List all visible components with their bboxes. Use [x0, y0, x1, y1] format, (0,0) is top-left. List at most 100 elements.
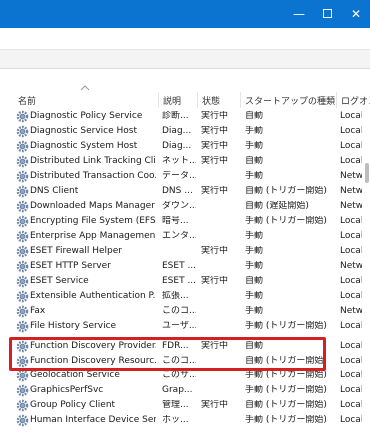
service-gear-icon	[16, 384, 29, 397]
service-startup-type: 手動	[245, 291, 264, 301]
service-description: エンタ...	[162, 231, 196, 241]
service-status: 実行中	[201, 246, 229, 256]
service-row[interactable]: Extensible Authentication P... 拡張... 手動 …	[0, 289, 370, 304]
service-gear-icon	[16, 320, 29, 333]
service-description: このコ...	[162, 306, 196, 316]
service-gear-icon	[16, 230, 29, 243]
service-gear-icon	[16, 170, 29, 183]
service-startup-type: 手動	[245, 306, 264, 316]
service-description: データ...	[162, 171, 196, 181]
service-gear-icon	[16, 290, 29, 303]
service-status: 実行中	[201, 276, 229, 286]
service-row[interactable]: Diagnostic System Host Diag... 実行中 手動 Lo…	[0, 139, 370, 154]
service-gear-icon	[16, 125, 29, 138]
service-startup-type: 手動 (トリガー開始)	[245, 216, 327, 226]
service-row[interactable]: ESET Service ESET ... 実行中 自動 Local	[0, 274, 370, 289]
service-gear-icon	[16, 155, 29, 168]
service-row[interactable]: ESET Firewall Helper 実行中 手動 Local	[0, 244, 370, 259]
service-row[interactable]: File History Service ユーザ... 手動 (トリガー開始) …	[0, 319, 370, 334]
service-startup-type: 手動 (トリガー開始)	[245, 321, 327, 331]
service-startup-type: 自動 (トリガー開始)	[245, 186, 327, 196]
service-startup-type: 手動 (トリガー開始)	[245, 370, 327, 380]
service-startup-type: 手動	[245, 171, 264, 181]
service-row[interactable]: Distributed Link Tracking Cli... ネット... …	[0, 154, 370, 169]
service-name: Geolocation Service	[30, 370, 120, 380]
service-status: 実行中	[201, 400, 229, 410]
service-startup-type: 手動	[245, 261, 264, 271]
column-header-status[interactable]: 状態	[202, 94, 220, 107]
service-startup-type: 手動	[245, 126, 264, 136]
toolbar	[0, 49, 370, 69]
service-description: ネット...	[162, 156, 196, 166]
service-name: Human Interface Device Ser...	[30, 415, 156, 425]
service-name: Extensible Authentication P...	[30, 291, 156, 301]
service-name: Distributed Link Tracking Cli...	[30, 156, 156, 166]
service-row[interactable]: Diagnostic Policy Service 診断... 実行中 自動 L…	[0, 109, 370, 124]
service-row[interactable]: Enterprise App Managemen... エンタ... 手動 Lo…	[0, 229, 370, 244]
service-startup-type: 手動	[245, 141, 264, 151]
column-header-row: 名前 説明 状態 スタートアップの種類 ログオン	[0, 91, 370, 109]
column-divider[interactable]	[240, 92, 241, 108]
service-name: Group Policy Client	[30, 400, 116, 410]
service-description: 診断...	[162, 111, 189, 121]
service-name: Diagnostic Service Host	[30, 126, 138, 136]
service-startup-type: 自動	[245, 276, 264, 286]
service-description: ダウン...	[162, 201, 196, 211]
service-name: Diagnostic System Host	[30, 141, 138, 151]
service-row[interactable]: ESET HTTP Server ESET ... 手動 Netwo	[0, 259, 370, 274]
service-description: 拡張...	[162, 291, 189, 301]
service-status: 実行中	[201, 141, 229, 151]
service-description: 暗号...	[162, 216, 189, 226]
service-status: 実行中	[201, 186, 229, 196]
service-row[interactable]: Fax このコ... 手動 Netwo	[0, 304, 370, 319]
column-divider[interactable]	[336, 92, 337, 108]
column-header-startup-type[interactable]: スタートアップの種類	[245, 94, 335, 107]
close-button[interactable]: ✕	[341, 0, 370, 28]
service-description: ユーザ...	[162, 321, 196, 331]
service-status: 実行中	[201, 111, 229, 121]
column-divider[interactable]	[197, 92, 198, 108]
service-row[interactable]: Downloaded Maps Manager ダウン... 自動 (遅延開始)…	[0, 199, 370, 214]
service-gear-icon	[16, 215, 29, 228]
service-name: ESET Service	[30, 276, 89, 286]
service-row[interactable]: DNS Client DNS ... 実行中 自動 (トリガー開始) Netwo	[0, 184, 370, 199]
service-name: Downloaded Maps Manager	[30, 201, 155, 211]
service-name: File History Service	[30, 321, 117, 331]
service-name: Fax	[30, 306, 46, 316]
maximize-button[interactable]	[312, 0, 342, 28]
title-bar: — ✕	[0, 0, 370, 28]
scrollbar-thumb[interactable]	[365, 163, 369, 183]
menu-bar	[0, 28, 370, 49]
service-description: Diag...	[162, 126, 192, 136]
service-gear-icon	[16, 140, 29, 153]
service-gear-icon	[16, 260, 29, 273]
service-gear-icon	[16, 110, 29, 123]
service-status: 実行中	[201, 126, 229, 136]
column-divider[interactable]	[158, 92, 159, 108]
service-gear-icon	[16, 399, 29, 412]
service-description: DNS ...	[162, 186, 193, 196]
service-row[interactable]: Group Policy Client 管理... 実行中 自動 (トリガー開始…	[0, 398, 370, 413]
service-name: GraphicsPerfSvc	[30, 385, 104, 395]
service-description: Diag...	[162, 141, 192, 151]
column-header-name[interactable]: 名前	[18, 94, 36, 107]
minimize-button[interactable]: —	[284, 0, 314, 28]
service-name: Encrypting File System (EFS)	[30, 216, 156, 226]
service-name: ESET HTTP Server	[30, 261, 111, 271]
service-startup-type: 手動 (トリガー開始)	[245, 415, 327, 425]
service-row[interactable]: Diagnostic Service Host Diag... 実行中 手動 L…	[0, 124, 370, 139]
service-startup-type: 手動 (トリガー開始)	[245, 385, 327, 395]
service-row[interactable]: Distributed Transaction Coo... データ... 手動…	[0, 169, 370, 184]
service-row[interactable]: GraphicsPerfSvc Grap... 手動 (トリガー開始) Loca…	[0, 383, 370, 398]
service-startup-type: 手動	[245, 231, 264, 241]
service-startup-type: 自動	[245, 156, 264, 166]
service-description: ESET ...	[162, 261, 196, 271]
column-header-logon-as[interactable]: ログオン	[341, 94, 370, 107]
service-gear-icon	[16, 275, 29, 288]
service-startup-type: 自動 (遅延開始)	[245, 201, 309, 211]
service-startup-type: 自動	[245, 111, 264, 121]
column-header-description[interactable]: 説明	[163, 94, 181, 107]
vertical-scrollbar[interactable]	[362, 109, 370, 446]
service-row[interactable]: Human Interface Device Ser... ホッ... 手動 (…	[0, 413, 370, 428]
service-row[interactable]: Encrypting File System (EFS) 暗号... 手動 (ト…	[0, 214, 370, 229]
